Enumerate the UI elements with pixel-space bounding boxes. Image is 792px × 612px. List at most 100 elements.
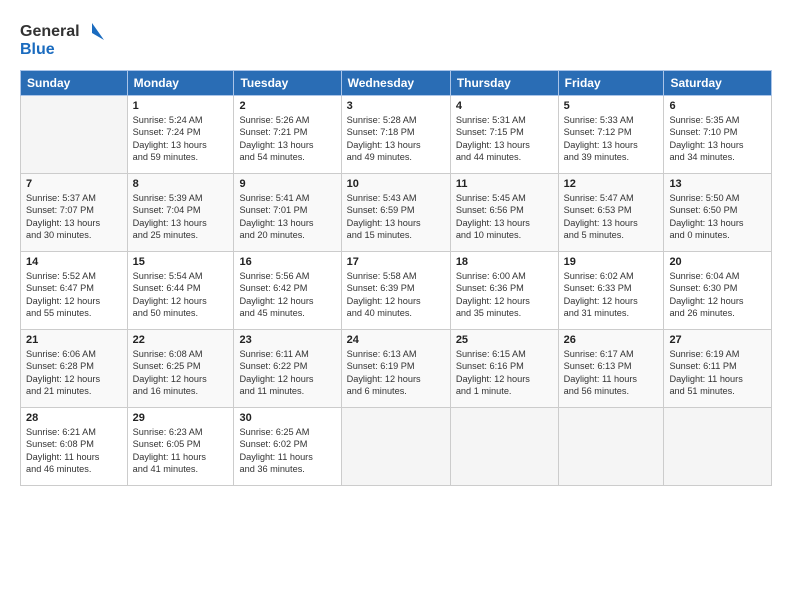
col-header-wednesday: Wednesday	[341, 71, 450, 96]
day-cell: 19Sunrise: 6:02 AM Sunset: 6:33 PM Dayli…	[558, 252, 664, 330]
day-number: 30	[239, 412, 335, 424]
day-number: 26	[564, 334, 659, 346]
day-cell: 5Sunrise: 5:33 AM Sunset: 7:12 PM Daylig…	[558, 96, 664, 174]
day-cell: 26 Sunrise: 6:17 AM Sunset: 6:13 PM Dayli…	[558, 330, 664, 408]
day-cell: 18 Sunrise: 6:00 AM Sunset: 6:36 PM Dayli…	[450, 252, 558, 330]
day-cell	[341, 408, 450, 486]
day-cell: 22 Sunrise: 6:08 AM Sunset: 6:25 PM Dayli…	[127, 330, 234, 408]
calendar-table: SundayMondayTuesdayWednesdayThursdayFrid…	[20, 70, 772, 486]
day-info: Sunrise: 5:26 AM Sunset: 7:21 PM Dayligh…	[239, 114, 335, 164]
day-info: Sunrise: 6:19 AM Sunset: 6:11 PM Dayligh…	[669, 348, 766, 398]
day-cell: 23Sunrise: 6:11 AM Sunset: 6:22 PM Dayli…	[234, 330, 341, 408]
day-number: 16	[239, 256, 335, 268]
day-number: 11	[456, 178, 553, 190]
day-info: Sunrise: 6:13 AM Sunset: 6:19 PM Dayligh…	[347, 348, 445, 398]
day-info: Sunrise: 5:47 AM Sunset: 6:53 PM Dayligh…	[564, 192, 659, 242]
day-cell: 2 Sunrise: 5:26 AM Sunset: 7:21 PM Daylig…	[234, 96, 341, 174]
day-cell: 3 Sunrise: 5:28 AM Sunset: 7:18 PM Daylig…	[341, 96, 450, 174]
day-number: 24	[347, 334, 445, 346]
calendar-header: SundayMondayTuesdayWednesdayThursdayFrid…	[21, 71, 772, 96]
day-cell: 1 Sunrise: 5:24 AM Sunset: 7:24 PM Daylig…	[127, 96, 234, 174]
day-cell: 28 Sunrise: 6:21 AM Sunset: 6:08 PM Dayli…	[21, 408, 128, 486]
day-info: Sunrise: 5:35 AM Sunset: 7:10 PM Dayligh…	[669, 114, 766, 164]
day-info: Sunrise: 5:54 AM Sunset: 6:44 PM Dayligh…	[133, 270, 229, 320]
day-number: 12	[564, 178, 659, 190]
day-info: Sunrise: 5:43 AM Sunset: 6:59 PM Dayligh…	[347, 192, 445, 242]
day-cell	[21, 96, 128, 174]
day-cell: 30 Sunrise: 6:25 AM Sunset: 6:02 PM Dayli…	[234, 408, 341, 486]
day-info: Sunrise: 5:58 AM Sunset: 6:39 PM Dayligh…	[347, 270, 445, 320]
day-cell: 4Sunrise: 5:31 AM Sunset: 7:15 PM Daylig…	[450, 96, 558, 174]
day-cell: 16 Sunrise: 5:56 AM Sunset: 6:42 PM Dayli…	[234, 252, 341, 330]
week-row-2: 7Sunrise: 5:37 AM Sunset: 7:07 PM Daylig…	[21, 174, 772, 252]
day-info: Sunrise: 5:28 AM Sunset: 7:18 PM Dayligh…	[347, 114, 445, 164]
day-cell: 9Sunrise: 5:41 AM Sunset: 7:01 PM Daylig…	[234, 174, 341, 252]
day-info: Sunrise: 6:25 AM Sunset: 6:02 PM Dayligh…	[239, 426, 335, 476]
day-info: Sunrise: 5:33 AM Sunset: 7:12 PM Dayligh…	[564, 114, 659, 164]
day-info: Sunrise: 6:17 AM Sunset: 6:13 PM Dayligh…	[564, 348, 659, 398]
day-number: 21	[26, 334, 122, 346]
day-info: Sunrise: 6:08 AM Sunset: 6:25 PM Dayligh…	[133, 348, 229, 398]
day-number: 22	[133, 334, 229, 346]
day-info: Sunrise: 5:50 AM Sunset: 6:50 PM Dayligh…	[669, 192, 766, 242]
day-info: Sunrise: 5:24 AM Sunset: 7:24 PM Dayligh…	[133, 114, 229, 164]
week-row-5: 28 Sunrise: 6:21 AM Sunset: 6:08 PM Dayli…	[21, 408, 772, 486]
logo-svg: GeneralBlue	[20, 18, 110, 60]
day-cell: 12 Sunrise: 5:47 AM Sunset: 6:53 PM Dayli…	[558, 174, 664, 252]
day-cell: 25Sunrise: 6:15 AM Sunset: 6:16 PM Dayli…	[450, 330, 558, 408]
day-number: 27	[669, 334, 766, 346]
day-number: 2	[239, 100, 335, 112]
day-cell: 20 Sunrise: 6:04 AM Sunset: 6:30 PM Dayli…	[664, 252, 772, 330]
day-cell: 13 Sunrise: 5:50 AM Sunset: 6:50 PM Dayli…	[664, 174, 772, 252]
day-info: Sunrise: 5:52 AM Sunset: 6:47 PM Dayligh…	[26, 270, 122, 320]
day-info: Sunrise: 6:02 AM Sunset: 6:33 PM Dayligh…	[564, 270, 659, 320]
day-cell: 29Sunrise: 6:23 AM Sunset: 6:05 PM Dayli…	[127, 408, 234, 486]
day-cell: 24 Sunrise: 6:13 AM Sunset: 6:19 PM Dayli…	[341, 330, 450, 408]
day-number: 20	[669, 256, 766, 268]
day-info: Sunrise: 6:15 AM Sunset: 6:16 PM Dayligh…	[456, 348, 553, 398]
day-number: 6	[669, 100, 766, 112]
col-header-sunday: Sunday	[21, 71, 128, 96]
day-info: Sunrise: 5:56 AM Sunset: 6:42 PM Dayligh…	[239, 270, 335, 320]
day-info: Sunrise: 6:11 AM Sunset: 6:22 PM Dayligh…	[239, 348, 335, 398]
day-cell: 15 Sunrise: 5:54 AM Sunset: 6:44 PM Dayli…	[127, 252, 234, 330]
day-number: 18	[456, 256, 553, 268]
day-info: Sunrise: 5:39 AM Sunset: 7:04 PM Dayligh…	[133, 192, 229, 242]
day-info: Sunrise: 6:04 AM Sunset: 6:30 PM Dayligh…	[669, 270, 766, 320]
day-number: 1	[133, 100, 229, 112]
day-number: 3	[347, 100, 445, 112]
day-info: Sunrise: 6:23 AM Sunset: 6:05 PM Dayligh…	[133, 426, 229, 476]
week-row-4: 21 Sunrise: 6:06 AM Sunset: 6:28 PM Dayli…	[21, 330, 772, 408]
day-info: Sunrise: 6:21 AM Sunset: 6:08 PM Dayligh…	[26, 426, 122, 476]
day-cell	[450, 408, 558, 486]
day-cell: 27 Sunrise: 6:19 AM Sunset: 6:11 PM Dayli…	[664, 330, 772, 408]
day-cell: 10Sunrise: 5:43 AM Sunset: 6:59 PM Dayli…	[341, 174, 450, 252]
col-header-monday: Monday	[127, 71, 234, 96]
header-row: SundayMondayTuesdayWednesdayThursdayFrid…	[21, 71, 772, 96]
day-cell: 7Sunrise: 5:37 AM Sunset: 7:07 PM Daylig…	[21, 174, 128, 252]
day-info: Sunrise: 5:45 AM Sunset: 6:56 PM Dayligh…	[456, 192, 553, 242]
day-cell	[664, 408, 772, 486]
day-number: 8	[133, 178, 229, 190]
day-number: 15	[133, 256, 229, 268]
day-number: 28	[26, 412, 122, 424]
page-header: GeneralBlue	[20, 18, 772, 60]
day-info: Sunrise: 6:06 AM Sunset: 6:28 PM Dayligh…	[26, 348, 122, 398]
logo: GeneralBlue	[20, 18, 110, 60]
week-row-3: 14 Sunrise: 5:52 AM Sunset: 6:47 PM Dayli…	[21, 252, 772, 330]
calendar-body: 1 Sunrise: 5:24 AM Sunset: 7:24 PM Daylig…	[21, 96, 772, 486]
svg-text:Blue: Blue	[20, 41, 55, 58]
day-number: 9	[239, 178, 335, 190]
day-cell: 21 Sunrise: 6:06 AM Sunset: 6:28 PM Dayli…	[21, 330, 128, 408]
day-number: 7	[26, 178, 122, 190]
day-info: Sunrise: 6:00 AM Sunset: 6:36 PM Dayligh…	[456, 270, 553, 320]
col-header-friday: Friday	[558, 71, 664, 96]
svg-text:General: General	[20, 23, 80, 40]
day-info: Sunrise: 5:31 AM Sunset: 7:15 PM Dayligh…	[456, 114, 553, 164]
day-number: 14	[26, 256, 122, 268]
day-cell: 8 Sunrise: 5:39 AM Sunset: 7:04 PM Daylig…	[127, 174, 234, 252]
day-number: 13	[669, 178, 766, 190]
day-cell: 14 Sunrise: 5:52 AM Sunset: 6:47 PM Dayli…	[21, 252, 128, 330]
col-header-thursday: Thursday	[450, 71, 558, 96]
day-number: 17	[347, 256, 445, 268]
